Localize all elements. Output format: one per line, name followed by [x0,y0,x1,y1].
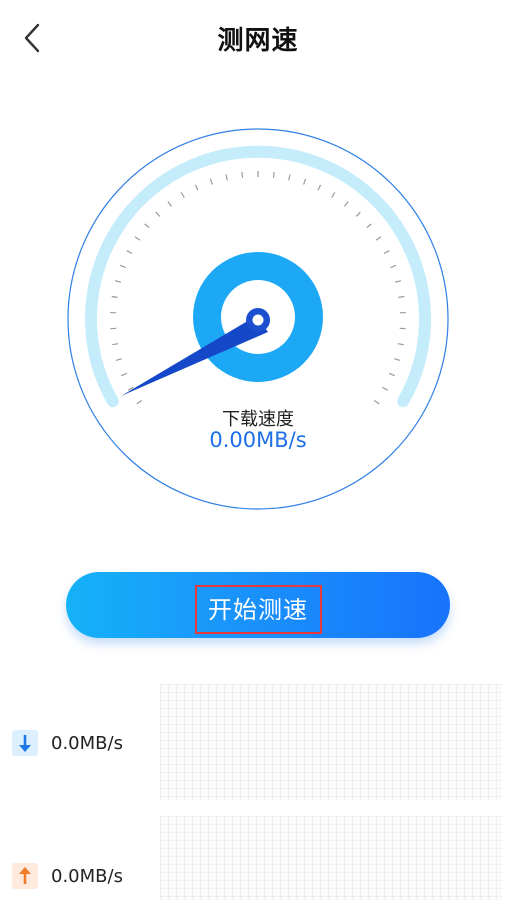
gauge-tick [119,264,126,269]
gauge-tick [373,399,380,405]
gauge-tick [383,250,390,254]
gauge-tick [134,236,141,241]
download-stat-row: 0.0MB/s [12,729,123,757]
gauge-tick [144,223,150,229]
gauge-tick [209,178,213,185]
arrow-down-icon [12,730,38,756]
page-title: 测网速 [217,26,299,56]
start-test-label[interactable]: 开始测速 [0,590,516,625]
gauge-tick [114,280,121,283]
gauge-tick [136,399,143,405]
gauge-tick [180,192,185,198]
gauge-tick [398,295,405,298]
gauge-tick [167,201,173,207]
gauge-tick [397,343,404,346]
gauge-tick [395,280,402,283]
gauge-tick [115,358,122,361]
gauge-tick [121,372,128,377]
gauge-needle-pivot [252,314,264,326]
gauge-tick [126,250,133,254]
gauge-tick [375,236,382,241]
gauge-tick [331,192,336,198]
upload-graph [160,816,502,900]
gauge-tick [390,264,397,269]
gauge-tick [111,295,118,298]
download-stat-value: 0.0MB/s [51,732,123,754]
gauge-tick [112,343,119,346]
gauge-tick [388,372,395,377]
gauge-tick [317,184,322,191]
gauge-tick [303,178,307,185]
upload-stat-row: 0.0MB/s [12,862,123,890]
gauge-tick [366,223,372,229]
gauge-tick [241,171,244,178]
gauge-tick [355,211,361,217]
gauge-tick [194,184,199,191]
top-bar: 测网速 [0,0,516,76]
gauge-tick [155,211,161,217]
gauge-tick [382,386,389,391]
download-graph [160,684,502,800]
gauge-tick [288,174,291,181]
gauge-tick [343,201,349,207]
gauge-tick [225,174,228,181]
gauge-tick [272,171,275,178]
speed-gauge [66,127,450,511]
download-speed-value: 0.00MB/s [209,428,307,452]
upload-stat-value: 0.0MB/s [51,865,123,887]
arrow-up-icon [12,863,38,889]
gauge-tick [394,358,401,361]
